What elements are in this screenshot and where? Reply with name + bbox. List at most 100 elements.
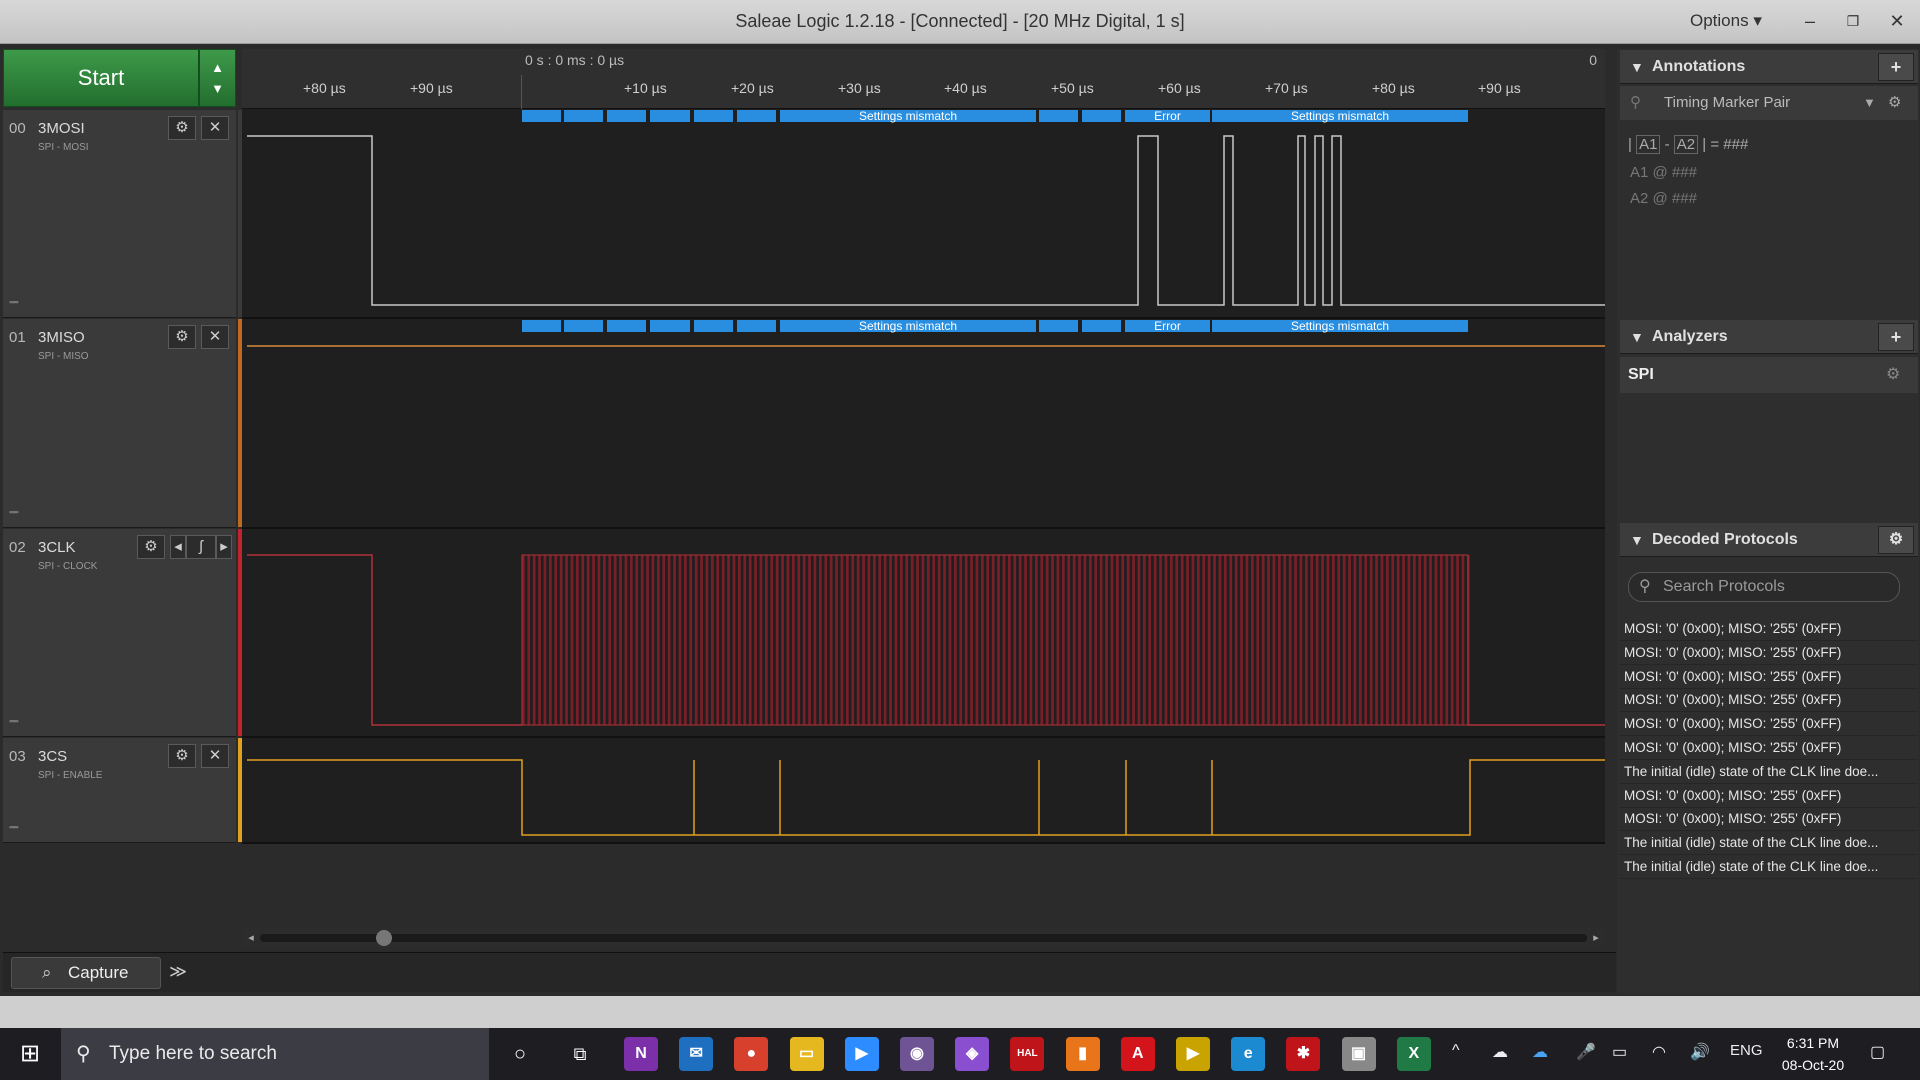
capture-tab[interactable]: ⌕ Capture	[11, 957, 161, 989]
timing-marker-pair[interactable]: ⚲ Timing Marker Pair ▼ ⚙	[1620, 86, 1918, 120]
decoded-row[interactable]: MOSI: '0' (0x00); MISO: '255' (0xFF)	[1620, 736, 1918, 760]
ruler-tick: +90 µs	[410, 80, 453, 96]
notifications-icon[interactable]: ▢	[1870, 1042, 1885, 1062]
channel-subtitle: SPI - CLOCK	[38, 561, 98, 572]
cortana-icon[interactable]: ○	[503, 1037, 537, 1071]
drag-handle-icon[interactable]: ▪▪▪▪	[9, 507, 19, 517]
channel-row-03[interactable]: 03 3CS SPI - ENABLE ⚙ ✕ ▪▪▪▪	[3, 738, 245, 843]
app-orange-icon[interactable]: ▮	[1065, 1037, 1100, 1071]
decoded-row[interactable]: MOSI: '0' (0x00); MISO: '255' (0xFF)	[1620, 784, 1918, 808]
decoded-row[interactable]: MOSI: '0' (0x00); MISO: '255' (0xFF)	[1620, 617, 1918, 641]
add-annotation-button[interactable]: +	[1878, 53, 1914, 81]
channel-row-00[interactable]: 00 3MOSI SPI - MOSI ⚙ ✕ ▪▪▪▪	[3, 110, 245, 318]
add-analyzer-button[interactable]: +	[1878, 323, 1914, 351]
wifi-icon[interactable]: ◠	[1652, 1042, 1666, 1062]
mail-icon[interactable]: ✉	[679, 1037, 714, 1071]
taskbar-search[interactable]: ⚲ Type here to search	[61, 1028, 489, 1080]
analyzer-item-spi[interactable]: SPI ⚙	[1620, 357, 1918, 393]
gear-icon[interactable]: ⚙	[168, 325, 196, 349]
windows-start-icon[interactable]: ⊞	[0, 1028, 60, 1080]
chevron-down-icon: ▼	[211, 81, 224, 96]
scroll-left-icon[interactable]: ◂	[242, 928, 260, 948]
prev-edge-icon[interactable]: ◂	[170, 535, 186, 559]
start-button[interactable]: Start	[3, 49, 199, 107]
file-explorer-icon[interactable]: ▭	[789, 1037, 824, 1071]
excel-icon[interactable]: X	[1396, 1037, 1431, 1071]
close-icon[interactable]: ✕	[201, 116, 229, 140]
github-icon[interactable]: ◉	[900, 1037, 934, 1071]
next-edge-icon[interactable]: ▸	[216, 535, 232, 559]
options-menu[interactable]: Options ▾	[1690, 11, 1762, 31]
ruler-tick: +70 µs	[1265, 80, 1308, 96]
clock[interactable]: 6:31 PM 08-Oct-20	[1768, 1032, 1858, 1076]
drag-handle-icon[interactable]: ▪▪▪▪	[9, 297, 19, 307]
app-yellow-icon[interactable]: ▶	[1176, 1037, 1210, 1071]
annotations-header[interactable]: ▼ Annotations +	[1620, 50, 1918, 84]
title-bar: Saleae Logic 1.2.18 - [Connected] - [20 …	[0, 0, 1920, 44]
ruler-tick: +40 µs	[944, 80, 987, 96]
volume-icon[interactable]: 🔊	[1690, 1042, 1710, 1062]
decoded-row[interactable]: MOSI: '0' (0x00); MISO: '255' (0xFF)	[1620, 807, 1918, 832]
more-tabs-button[interactable]: ≫	[161, 957, 195, 989]
acrobat-icon[interactable]: A	[1120, 1037, 1155, 1071]
channel-row-01[interactable]: 01 3MISO SPI - MISO ⚙ ✕ ▪▪▪▪	[3, 319, 245, 528]
ruler-tick: +80 µs	[303, 80, 346, 96]
search-protocols-input[interactable]: ⚲ Search Protocols	[1628, 572, 1900, 602]
decoded-row[interactable]: The initial (idle) state of the CLK line…	[1620, 855, 1918, 879]
gear-icon[interactable]: ⚙	[168, 744, 196, 768]
channel-name[interactable]: 3MOSI	[38, 120, 85, 137]
drag-handle-icon[interactable]: ▪▪▪▪	[9, 716, 19, 726]
halcogen-icon[interactable]: HAL	[1010, 1037, 1045, 1071]
close-icon[interactable]: ✕	[201, 744, 229, 768]
start-options-button[interactable]: ▲ ▼	[199, 49, 236, 107]
decoded-row[interactable]: MOSI: '0' (0x00); MISO: '255' (0xFF)	[1620, 712, 1918, 737]
decoded-row[interactable]: MOSI: '0' (0x00); MISO: '255' (0xFF)	[1620, 641, 1918, 665]
ruler-tick: +30 µs	[838, 80, 881, 96]
decoded-row[interactable]: MOSI: '0' (0x00); MISO: '255' (0xFF)	[1620, 665, 1918, 689]
gear-icon[interactable]: ⚙	[168, 116, 196, 140]
window-title: Saleae Logic 1.2.18 - [Connected] - [20 …	[735, 11, 1185, 31]
horizontal-scrollbar[interactable]: ◂ ▸	[242, 928, 1605, 948]
onedrive-icon[interactable]: ☁	[1492, 1042, 1508, 1062]
scroll-right-icon[interactable]: ▸	[1587, 928, 1605, 948]
gear-icon[interactable]: ⚙	[1886, 357, 1900, 393]
app-purple-icon[interactable]: ◈	[955, 1037, 990, 1071]
microphone-icon[interactable]: 🎤	[1576, 1042, 1596, 1062]
analyzers-header[interactable]: ▼ Analyzers +	[1620, 320, 1918, 354]
restore-button[interactable]: ❐	[1838, 6, 1868, 36]
gear-icon[interactable]: ⚙	[1888, 86, 1901, 120]
decoded-row[interactable]: The initial (idle) state of the CLK line…	[1620, 760, 1918, 784]
channel-name[interactable]: 3CS	[38, 748, 67, 765]
onedrive-business-icon[interactable]: ☁	[1532, 1042, 1548, 1062]
drag-handle-icon[interactable]: ▪▪▪▪	[9, 822, 19, 832]
close-button[interactable]: ✕	[1882, 6, 1912, 36]
decoded-row[interactable]: MOSI: '0' (0x00); MISO: '255' (0xFF)	[1620, 688, 1918, 713]
app-red-icon[interactable]: ✱	[1286, 1037, 1321, 1071]
channel-number: 02	[9, 539, 26, 556]
edge-icon[interactable]: e	[1231, 1037, 1266, 1071]
decoded-protocols-header[interactable]: ▼ Decoded Protocols ⚙	[1620, 523, 1918, 557]
task-view-icon[interactable]: ⧉	[563, 1037, 597, 1071]
language-indicator[interactable]: ENG	[1730, 1042, 1763, 1059]
show-hidden-icons[interactable]: ^	[1452, 1042, 1460, 1060]
battery-icon[interactable]: ▭	[1612, 1042, 1627, 1062]
gear-icon[interactable]: ⚙	[137, 535, 165, 559]
onenote-icon[interactable]: N	[624, 1037, 658, 1071]
channel-name[interactable]: 3CLK	[38, 539, 76, 556]
scroll-thumb[interactable]	[376, 930, 392, 946]
trigger-edge-icon[interactable]: ʃ	[186, 535, 216, 559]
time-ruler[interactable]: 0 s : 0 ms : 0 µs 0 +80 µs +90 µs +10 µs…	[242, 49, 1605, 109]
channel-row-02[interactable]: 02 3CLK SPI - CLOCK ⚙ ◂ ʃ ▸ ▪▪▪▪	[3, 529, 245, 737]
gear-icon[interactable]: ⚙	[1878, 526, 1914, 554]
app-gray-icon[interactable]: ▣	[1341, 1037, 1376, 1071]
dropdown-icon[interactable]: ▼	[1863, 86, 1876, 120]
close-icon[interactable]: ✕	[201, 325, 229, 349]
channel-name[interactable]: 3MISO	[38, 329, 85, 346]
chrome-icon[interactable]: ●	[734, 1037, 769, 1071]
decoded-row[interactable]: The initial (idle) state of the CLK line…	[1620, 831, 1918, 856]
marker-a2-row: A2 @ ###	[1630, 190, 1697, 207]
ruler-tick: +50 µs	[1051, 80, 1094, 96]
waveform-area[interactable]	[242, 49, 1605, 842]
zoom-icon[interactable]: ▶	[844, 1037, 879, 1071]
minimize-button[interactable]: –	[1795, 6, 1825, 36]
